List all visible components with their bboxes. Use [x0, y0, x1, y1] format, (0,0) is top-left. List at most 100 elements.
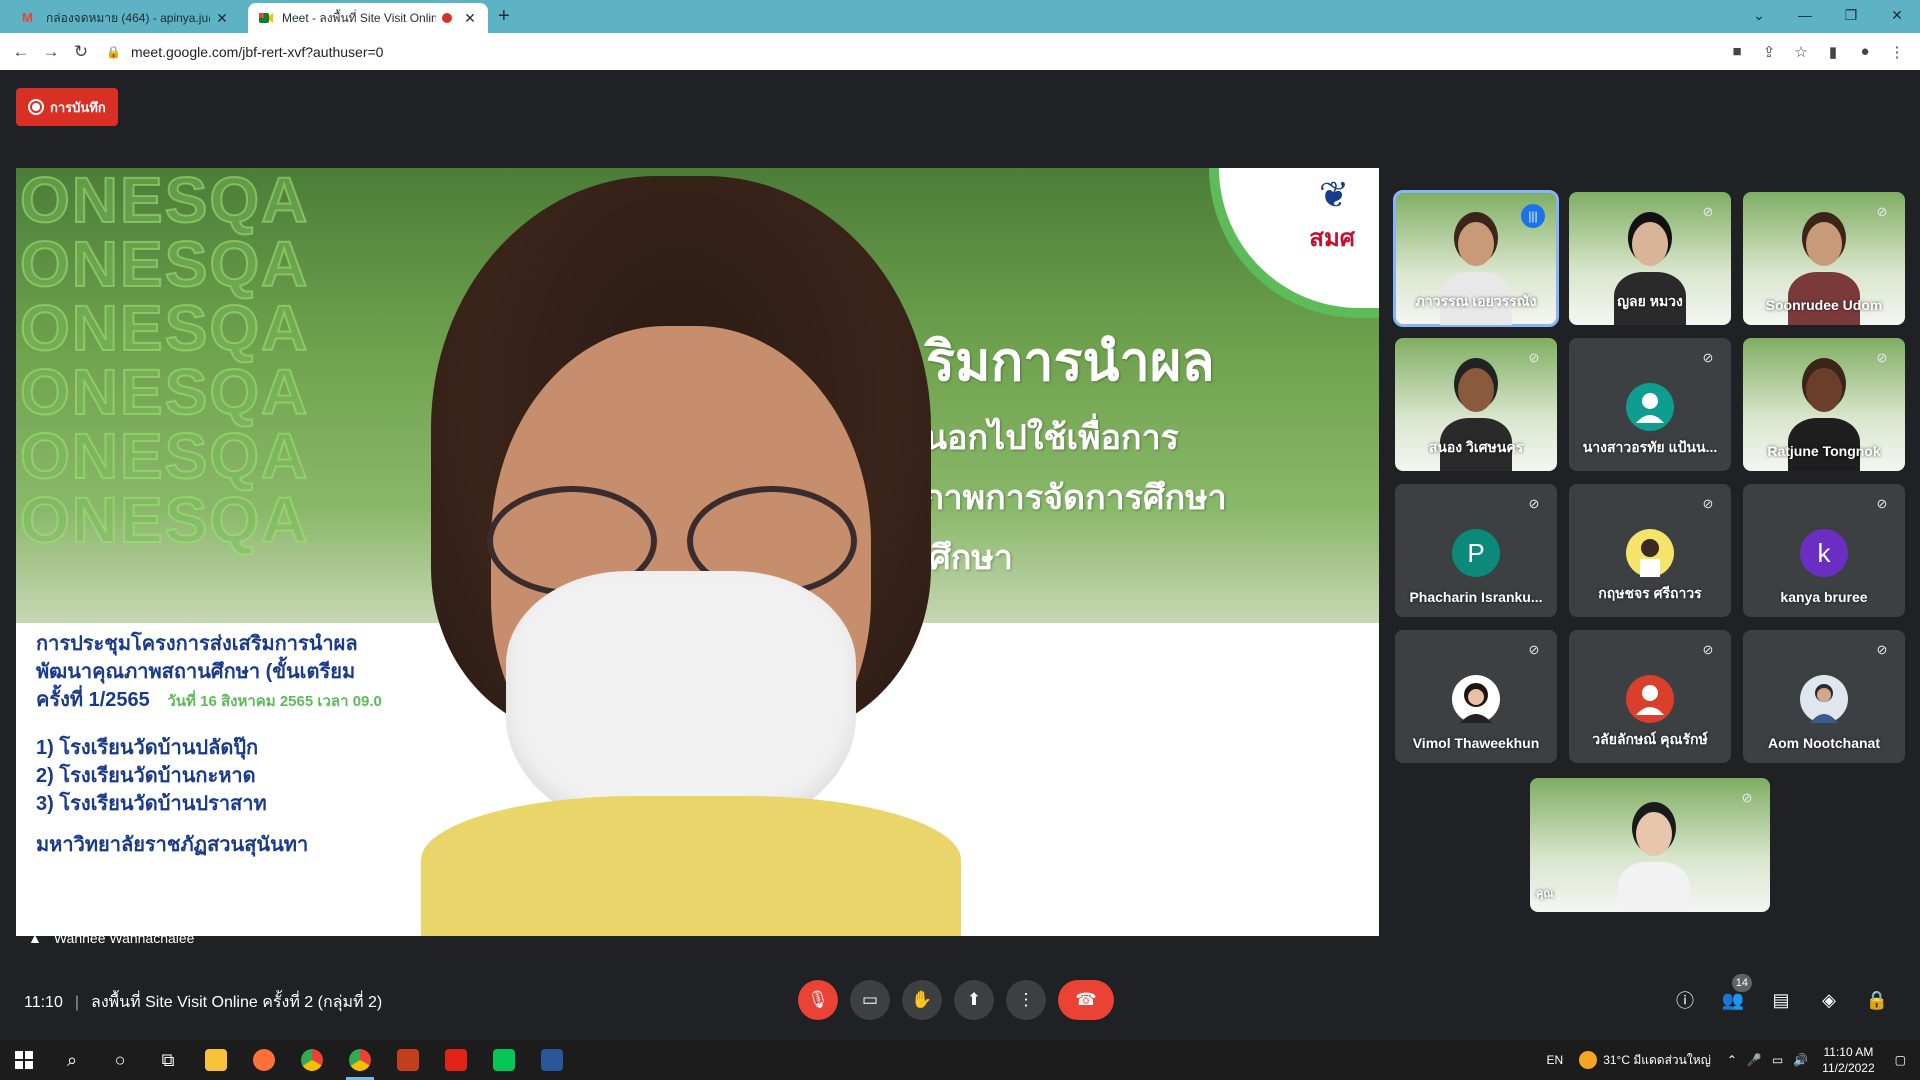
minimize-button[interactable]: —	[1782, 0, 1828, 33]
firefox-icon[interactable]	[240, 1040, 288, 1080]
school-list: 1) โรงเรียนวัดบ้านปลัดปุ๊ก 2) โรงเรียนวั…	[36, 734, 382, 818]
leave-call-button[interactable]: ☎	[1058, 980, 1114, 1020]
participant-tile[interactable]: ⊘ Aom Nootchanat	[1743, 630, 1905, 763]
participant-tile[interactable]: ⊘ ญลย หมวง	[1569, 192, 1731, 325]
url-field[interactable]: 🔒 meet.google.com/jbf-rert-xvf?authuser=…	[106, 37, 1726, 66]
chat-button[interactable]: ▤	[1762, 980, 1800, 1020]
more-options-button[interactable]: ⋮	[1006, 980, 1046, 1020]
mic-off-icon: 🎙	[807, 990, 829, 1009]
cortana-icon[interactable]: ○	[96, 1040, 144, 1080]
speaker-shirt	[421, 796, 961, 936]
microphone-icon[interactable]: 🎤	[1747, 1053, 1762, 1067]
participant-name: กฤษชจร ศรีถาวร	[1598, 585, 1702, 601]
avatar	[1626, 383, 1674, 431]
weather-text: 31°C มีแดดส่วนใหญ่	[1603, 1052, 1711, 1067]
chevron-up-icon[interactable]: ⌃	[1727, 1053, 1737, 1067]
video-camera-icon: ▭	[861, 990, 879, 1009]
close-icon[interactable]: ✕	[462, 10, 478, 27]
participant-tile[interactable]: ||| ภาวรรณ เอยวรรณัง	[1393, 190, 1559, 327]
chrome-profile-icon[interactable]	[336, 1040, 384, 1080]
participant-tile[interactable]: k ⊘ kanya bruree	[1743, 484, 1905, 617]
more-vert-icon: ⋮	[1017, 990, 1035, 1009]
address-bar-actions: ■ ⇪ ☆ ▮ ● ⋮	[1726, 43, 1908, 61]
participant-tile[interactable]: ⊘ Soonrudee Udom	[1743, 192, 1905, 325]
new-tab-button[interactable]: +	[498, 5, 510, 28]
volume-icon[interactable]: 🔊	[1793, 1053, 1808, 1067]
task-view-icon[interactable]: ⧉	[144, 1040, 192, 1080]
star-icon[interactable]: ☆	[1790, 43, 1812, 61]
main-video-tile[interactable]: ONESQA ONESQA ONESQA ONESQA ONESQA ONESQ…	[16, 168, 1379, 936]
tray-icons: ⌃ 🎤 ▭ 🔊	[1727, 1053, 1808, 1067]
tab-search-icon[interactable]: ⌄	[1736, 0, 1782, 33]
meet-bottom-bar: 11:10 | ลงพื้นที่ Site Visit Online ครั้…	[0, 960, 1920, 1040]
forward-icon[interactable]: →	[36, 42, 66, 62]
avatar: k	[1800, 529, 1848, 577]
slide-body-line: การประชุมโครงการส่งเสริมการนำผล	[36, 633, 358, 655]
avatar: P	[1452, 529, 1500, 577]
system-tray: EN 31°C มีแดดส่วนใหญ่ ⌃ 🎤 ▭ 🔊 11:10 AM 1…	[1547, 1040, 1920, 1080]
profile-avatar[interactable]: ●	[1854, 43, 1876, 61]
participant-tile[interactable]: ⊘ Ratjune Tongnok	[1743, 338, 1905, 471]
present-screen-button[interactable]: ⬆	[954, 980, 994, 1020]
line-icon[interactable]	[480, 1040, 528, 1080]
chrome-icon[interactable]	[288, 1040, 336, 1080]
powerpoint-icon[interactable]	[384, 1040, 432, 1080]
camera-icon[interactable]: ■	[1726, 43, 1748, 61]
watermark-text: ONESQA	[19, 420, 310, 492]
host-controls-button[interactable]: 🔒	[1858, 980, 1896, 1020]
back-icon[interactable]: ←	[6, 42, 36, 62]
menu-icon[interactable]: ⋮	[1886, 43, 1908, 61]
search-icon[interactable]: ⌕	[48, 1040, 96, 1080]
windows-taskbar: ⌕ ○ ⧉ EN 31°C มีแดดส่วนใหญ่ ⌃ 🎤 ▭ 🔊 11:1…	[0, 1040, 1920, 1080]
raise-hand-button[interactable]: ✋	[902, 980, 942, 1020]
tab-gmail[interactable]: M กล่องจดหมาย (464) - apinya.ju@s ✕	[12, 3, 240, 33]
share-icon[interactable]: ⇪	[1758, 43, 1780, 61]
participant-tile[interactable]: ⊘ วลัยลักษณ์ คุณรักษ์	[1569, 630, 1731, 763]
logo-mark-icon: ❦	[1318, 174, 1349, 215]
slide-body-line: พัฒนาคุณภาพสถานศึกษา (ขั้นเตรียม	[36, 661, 356, 683]
url-text: meet.google.com/jbf-rert-xvf?authuser=0	[130, 43, 384, 60]
weather-widget[interactable]: 31°C มีแดดส่วนใหญ่	[1579, 1051, 1711, 1070]
close-icon[interactable]: ✕	[214, 10, 230, 27]
participant-tile[interactable]: ⊘ สนอง วิเศษนคร	[1395, 338, 1557, 471]
acrobat-icon[interactable]	[432, 1040, 480, 1080]
reload-icon[interactable]: ↻	[66, 42, 96, 62]
camera-toggle-button[interactable]: ▭	[850, 980, 890, 1020]
network-icon[interactable]: ▭	[1772, 1053, 1783, 1067]
participant-name: Aom Nootchanat	[1768, 735, 1880, 751]
mic-off-icon: ⊘	[1876, 642, 1888, 657]
window-controls: ⌄ — ❐ ✕	[1736, 0, 1920, 33]
windows-logo-icon	[15, 1051, 33, 1069]
tab-meet[interactable]: Meet - ลงพื้นที่ Site Visit Onlin ✕	[248, 3, 488, 33]
people-button[interactable]: 👥 14	[1714, 974, 1752, 1020]
participant-name: Soonrudee Udom	[1765, 297, 1883, 313]
close-window-button[interactable]: ✕	[1874, 0, 1920, 33]
pin-icon[interactable]: ▲	[28, 930, 42, 946]
participant-name: ภาวรรณ เอยวรรณัง	[1415, 293, 1537, 309]
participant-tile[interactable]: ⊘ Vimol Thaweekhun	[1395, 630, 1557, 763]
notifications-icon[interactable]: ▢	[1895, 1053, 1906, 1067]
clock[interactable]: 11:10 AM 11/2/2022	[1822, 1044, 1875, 1076]
lock-icon: 🔒	[106, 44, 121, 59]
avatar	[1626, 675, 1674, 723]
participant-tile[interactable]: ⊘ กฤษชจร ศรีถาวร	[1569, 484, 1731, 617]
participant-tile[interactable]: ⊘ นางสาวอรทัย แป้นน...	[1569, 338, 1731, 471]
participant-tile[interactable]: P ⊘ Phacharin Isranku...	[1395, 484, 1557, 617]
recording-button[interactable]: การบันทึก	[16, 88, 118, 126]
word-icon[interactable]	[528, 1040, 576, 1080]
microphone-toggle-button[interactable]: 🎙	[798, 980, 838, 1020]
meeting-details-button[interactable]: ⓘ	[1666, 980, 1704, 1020]
file-explorer-icon[interactable]	[192, 1040, 240, 1080]
participant-count-badge: 14	[1731, 974, 1752, 992]
mic-off-icon: ⊘	[1876, 350, 1888, 365]
activities-button[interactable]: ◈	[1810, 980, 1848, 1020]
meet-icon	[258, 10, 274, 26]
sidebar-icon[interactable]: ▮	[1822, 43, 1844, 61]
restore-button[interactable]: ❐	[1828, 0, 1874, 33]
language-indicator[interactable]: EN	[1547, 1053, 1564, 1067]
start-button[interactable]	[0, 1040, 48, 1080]
self-view-tile[interactable]: ⊘ คุณ	[1530, 778, 1770, 912]
gmail-icon: M	[22, 10, 33, 25]
mic-off-icon: ✕	[1351, 168, 1365, 185]
university-name: มหาวิทยาลัยราชภัฏสวนสุนันทา	[36, 834, 309, 856]
